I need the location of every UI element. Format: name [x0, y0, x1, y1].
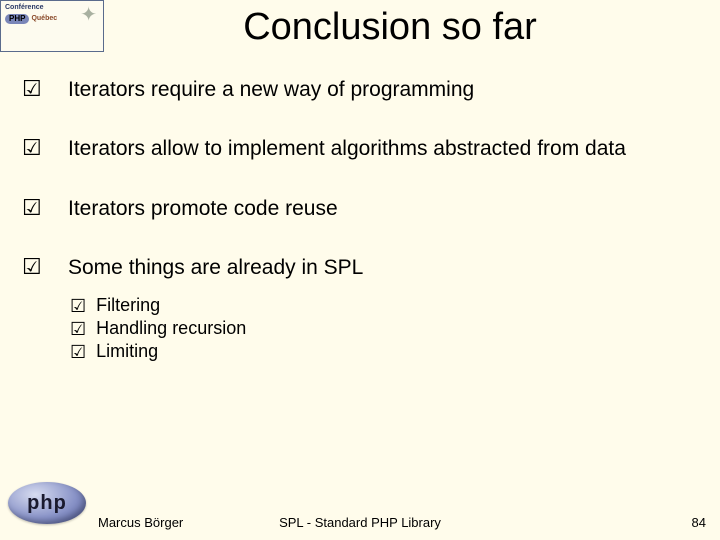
bullet-text: Iterators allow to implement algorithms …	[68, 135, 626, 162]
sub-bullet-text: Limiting	[96, 341, 158, 362]
checkbox-icon: ☑	[22, 195, 44, 219]
bullet-text: Some things are already in SPL	[68, 256, 363, 279]
sub-bullet: ☑ Limiting	[70, 341, 363, 362]
checkbox-icon: ☑	[22, 254, 44, 278]
bullet-point: ☑ Some things are already in SPL ☑ Filte…	[22, 254, 700, 364]
bullet-point: ☑ Iterators allow to implement algorithm…	[22, 135, 700, 162]
footer-author: Marcus Börger	[98, 515, 183, 530]
checkbox-icon: ☑	[70, 343, 86, 361]
bullet-point: ☑ Iterators promote code reuse	[22, 195, 700, 222]
slide-body: ☑ Iterators require a new way of program…	[22, 76, 700, 480]
checkbox-icon: ☑	[22, 135, 44, 159]
checkbox-icon: ☑	[22, 76, 44, 100]
php-logo-icon: php	[8, 482, 86, 524]
footer-page-number: 84	[692, 515, 706, 530]
checkbox-icon: ☑	[70, 297, 86, 315]
bullet-point: ☑ Iterators require a new way of program…	[22, 76, 700, 103]
sub-bullet-text: Handling recursion	[96, 318, 246, 339]
sub-list: ☑ Filtering ☑ Handling recursion ☑ Limit…	[70, 295, 363, 362]
sub-bullet-text: Filtering	[96, 295, 160, 316]
slide-title: Conclusion so far	[0, 6, 720, 49]
bullet-text: Iterators promote code reuse	[68, 195, 338, 222]
bullet-text: Iterators require a new way of programmi…	[68, 76, 474, 103]
footer-title: SPL - Standard PHP Library	[279, 515, 441, 530]
sub-bullet: ☑ Handling recursion	[70, 318, 363, 339]
sub-bullet: ☑ Filtering	[70, 295, 363, 316]
php-logo-text: php	[27, 492, 67, 515]
checkbox-icon: ☑	[70, 320, 86, 338]
